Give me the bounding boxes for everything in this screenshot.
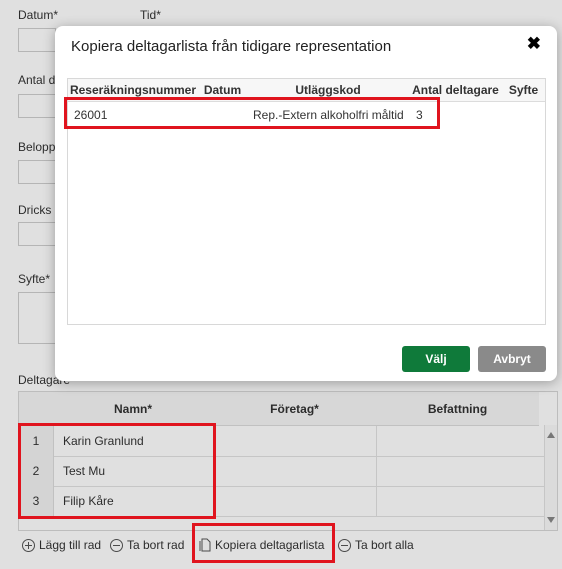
close-icon[interactable]: ✖ <box>527 34 541 54</box>
select-button[interactable]: Välj <box>402 346 470 372</box>
dialog-title: Kopiera deltagarlista från tidigare repr… <box>71 38 392 55</box>
representations-table: Reseräkningsnummer Datum Utläggskod Anta… <box>67 78 546 325</box>
cell-utlaggskod[interactable]: Rep.-Extern alkoholfri måltid <box>253 101 404 129</box>
cancel-button[interactable]: Avbryt <box>478 346 546 372</box>
cell-antal[interactable]: 3 <box>416 101 423 129</box>
copy-participants-dialog: Kopiera deltagarlista från tidigare repr… <box>55 26 557 381</box>
table-row[interactable]: 26001 Rep.-Extern alkoholfri måltid 3 <box>68 79 545 131</box>
cell-nummer[interactable]: 26001 <box>74 101 107 129</box>
